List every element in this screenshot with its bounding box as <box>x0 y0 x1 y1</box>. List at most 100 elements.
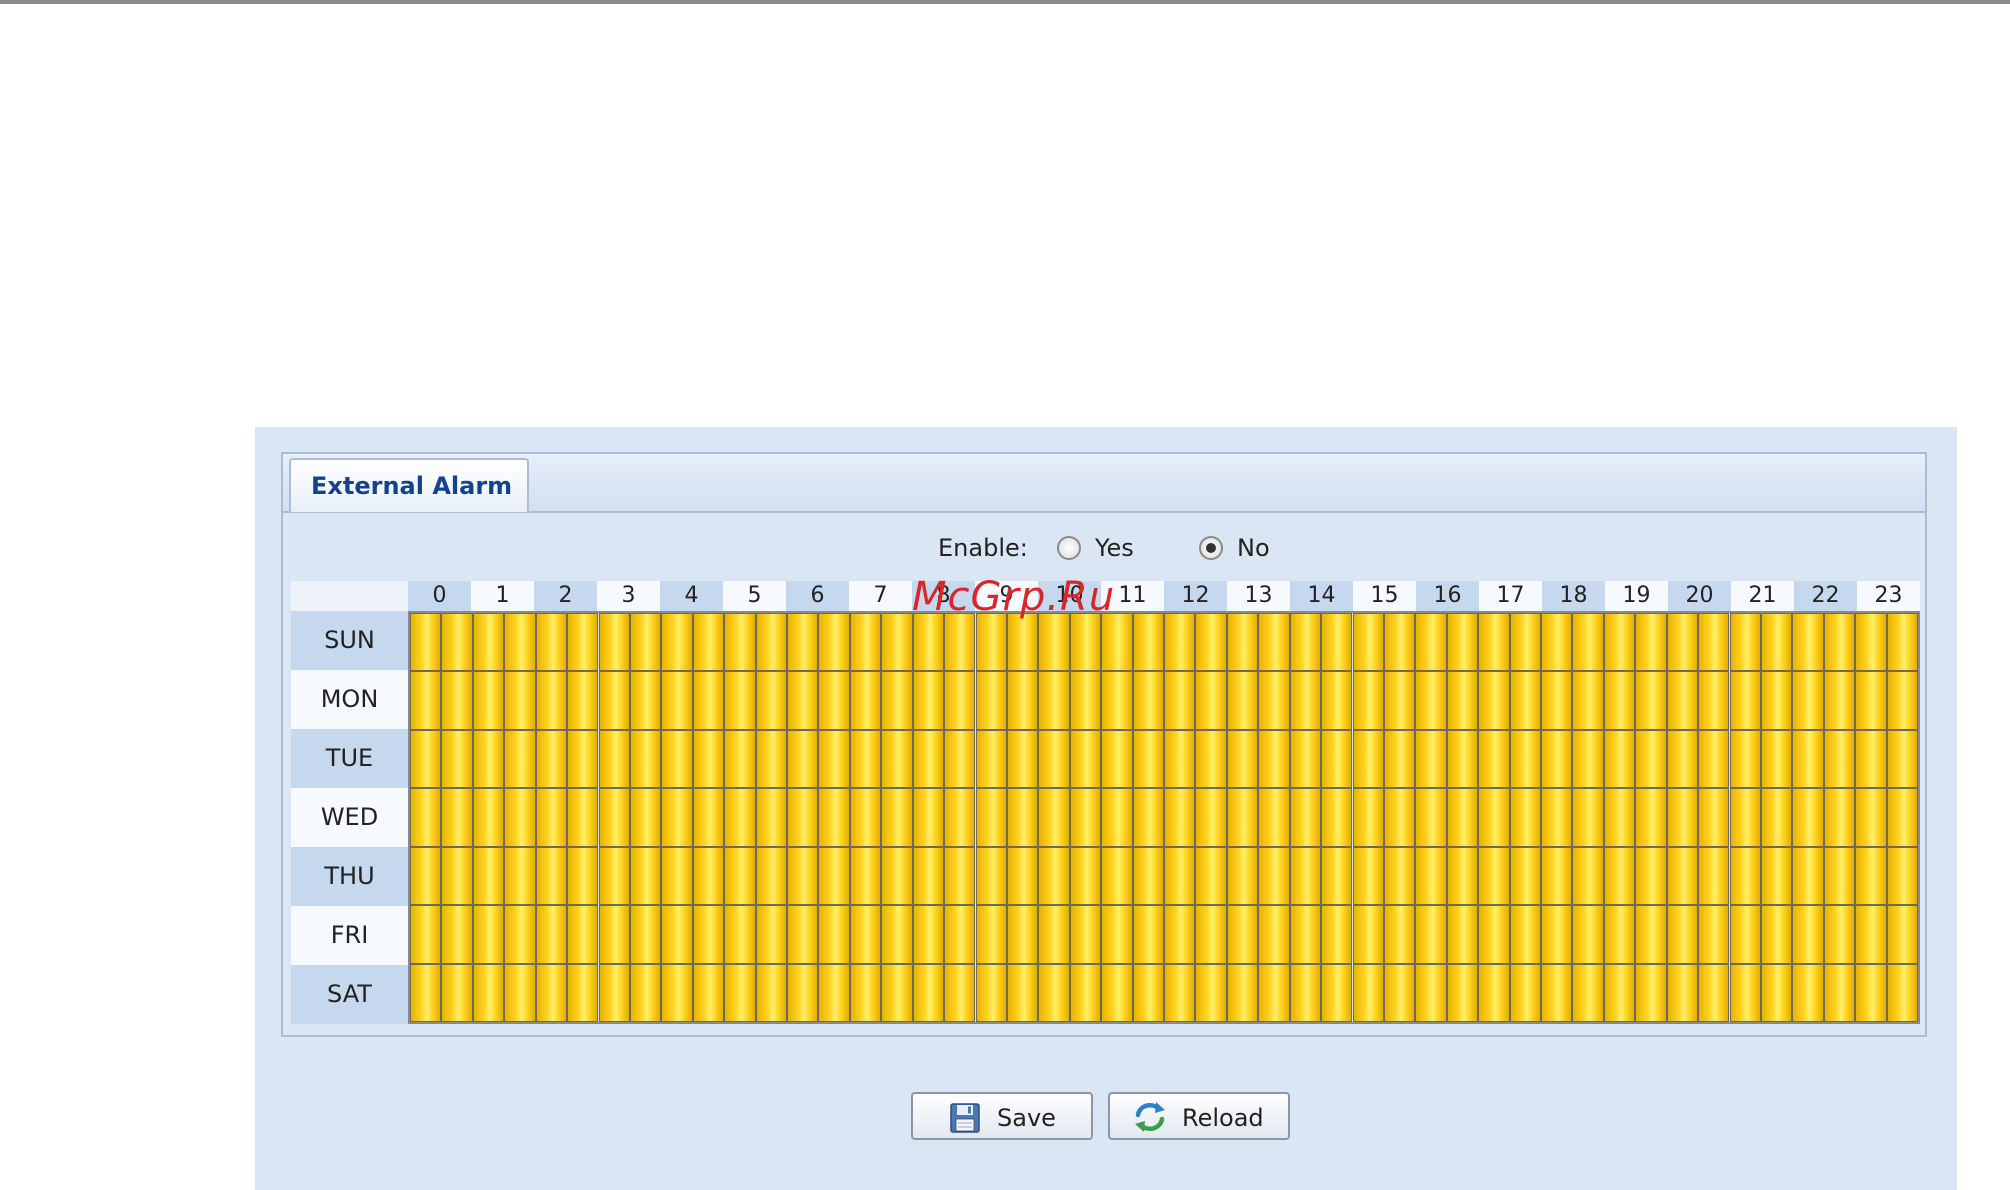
schedule-cell[interactable] <box>944 905 976 964</box>
schedule-cell[interactable] <box>692 788 725 847</box>
schedule-cell[interactable] <box>1226 788 1259 847</box>
schedule-cell[interactable] <box>1823 671 1856 730</box>
schedule-cell[interactable] <box>1760 671 1793 730</box>
schedule-cell[interactable] <box>1541 905 1573 964</box>
schedule-cell[interactable] <box>1006 846 1039 906</box>
schedule-cell[interactable] <box>787 963 819 1022</box>
schedule-cell[interactable] <box>692 963 725 1022</box>
schedule-cell[interactable] <box>1698 905 1730 964</box>
schedule-cell[interactable] <box>724 671 756 730</box>
day-label-tue[interactable]: TUE <box>291 729 408 788</box>
schedule-cell[interactable] <box>787 788 819 847</box>
schedule-cell[interactable] <box>598 905 630 964</box>
schedule-cell[interactable] <box>1132 963 1164 1022</box>
schedule-cell[interactable] <box>1446 846 1479 906</box>
schedule-cell[interactable] <box>818 963 850 1022</box>
schedule-cell[interactable] <box>1321 613 1353 672</box>
enable-yes-radio[interactable] <box>1057 536 1081 560</box>
schedule-cell[interactable] <box>1886 905 1918 964</box>
schedule-cell[interactable] <box>441 788 473 847</box>
save-button[interactable]: Save <box>911 1092 1093 1140</box>
schedule-cell[interactable] <box>472 729 505 789</box>
schedule-cell[interactable] <box>975 729 1007 789</box>
schedule-cell[interactable] <box>661 963 693 1022</box>
schedule-cell[interactable] <box>1164 905 1196 964</box>
schedule-cell[interactable] <box>975 846 1007 906</box>
schedule-cell[interactable] <box>1383 846 1416 906</box>
schedule-cell[interactable] <box>1635 963 1667 1022</box>
schedule-cell[interactable] <box>1164 729 1196 789</box>
hour-header-13[interactable]: 13 <box>1227 581 1290 611</box>
schedule-cell[interactable] <box>1352 905 1384 964</box>
schedule-cell[interactable] <box>1415 729 1447 789</box>
schedule-cell[interactable] <box>441 846 473 906</box>
schedule-cell[interactable] <box>567 963 599 1022</box>
schedule-cell[interactable] <box>1132 613 1164 672</box>
schedule-cell[interactable] <box>661 729 693 789</box>
schedule-cell[interactable] <box>1195 846 1227 906</box>
schedule-cell[interactable] <box>472 846 505 906</box>
schedule-cell[interactable] <box>535 846 568 906</box>
day-label-wed[interactable]: WED <box>291 788 408 847</box>
schedule-cell[interactable] <box>535 671 568 730</box>
schedule-cell[interactable] <box>1760 905 1793 964</box>
schedule-cell[interactable] <box>1101 905 1133 964</box>
schedule-cell[interactable] <box>818 905 850 964</box>
schedule-cell[interactable] <box>535 613 568 672</box>
schedule-cell[interactable] <box>504 613 536 672</box>
hour-header-1[interactable]: 1 <box>471 581 534 611</box>
schedule-cell[interactable] <box>1195 671 1227 730</box>
schedule-cell[interactable] <box>1038 671 1070 730</box>
schedule-cell[interactable] <box>1603 788 1636 847</box>
schedule-cell[interactable] <box>1823 729 1856 789</box>
schedule-cell[interactable] <box>881 963 913 1022</box>
schedule-cell[interactable] <box>1792 613 1824 672</box>
hour-header-17[interactable]: 17 <box>1479 581 1542 611</box>
schedule-cell[interactable] <box>1541 846 1573 906</box>
schedule-cell[interactable] <box>1446 613 1479 672</box>
schedule-cell[interactable] <box>1886 788 1918 847</box>
schedule-cell[interactable] <box>1258 788 1290 847</box>
hour-header-23[interactable]: 23 <box>1857 581 1920 611</box>
schedule-cell[interactable] <box>881 788 913 847</box>
hour-header-6[interactable]: 6 <box>786 581 849 611</box>
schedule-cell[interactable] <box>1635 788 1667 847</box>
schedule-cell[interactable] <box>724 788 756 847</box>
schedule-cell[interactable] <box>1038 788 1070 847</box>
schedule-cell[interactable] <box>1069 729 1102 789</box>
schedule-cell[interactable] <box>1478 905 1510 964</box>
schedule-cell[interactable] <box>692 905 725 964</box>
schedule-cell[interactable] <box>881 613 913 672</box>
schedule-cell[interactable] <box>975 671 1007 730</box>
tab-external-alarm[interactable]: External Alarm <box>289 458 529 512</box>
schedule-cell[interactable] <box>1289 963 1322 1022</box>
schedule-cell[interactable] <box>787 846 819 906</box>
schedule-cell[interactable] <box>1572 963 1604 1022</box>
schedule-cell[interactable] <box>881 729 913 789</box>
schedule-cell[interactable] <box>1226 963 1259 1022</box>
schedule-cell[interactable] <box>1698 671 1730 730</box>
schedule-cell[interactable] <box>1823 846 1856 906</box>
schedule-cell[interactable] <box>1289 905 1322 964</box>
schedule-cell[interactable] <box>1541 729 1573 789</box>
schedule-cell[interactable] <box>1321 846 1353 906</box>
day-label-thu[interactable]: THU <box>291 847 408 906</box>
schedule-cell[interactable] <box>1855 613 1887 672</box>
schedule-cell[interactable] <box>1729 963 1761 1022</box>
schedule-cell[interactable] <box>1603 846 1636 906</box>
schedule-cell[interactable] <box>1729 846 1761 906</box>
schedule-cell[interactable] <box>1352 613 1384 672</box>
schedule-cell[interactable] <box>724 729 756 789</box>
schedule-cell[interactable] <box>1383 905 1416 964</box>
schedule-cell[interactable] <box>1258 729 1290 789</box>
schedule-cell[interactable] <box>975 613 1007 672</box>
schedule-cell[interactable] <box>1698 613 1730 672</box>
schedule-cell[interactable] <box>1415 846 1447 906</box>
schedule-cell[interactable] <box>1603 671 1636 730</box>
schedule-cell[interactable] <box>1446 963 1479 1022</box>
schedule-cell[interactable] <box>1509 729 1541 789</box>
day-label-mon[interactable]: MON <box>291 670 408 729</box>
schedule-cell[interactable] <box>912 613 945 672</box>
schedule-cell[interactable] <box>1101 846 1133 906</box>
schedule-cell[interactable] <box>1006 963 1039 1022</box>
